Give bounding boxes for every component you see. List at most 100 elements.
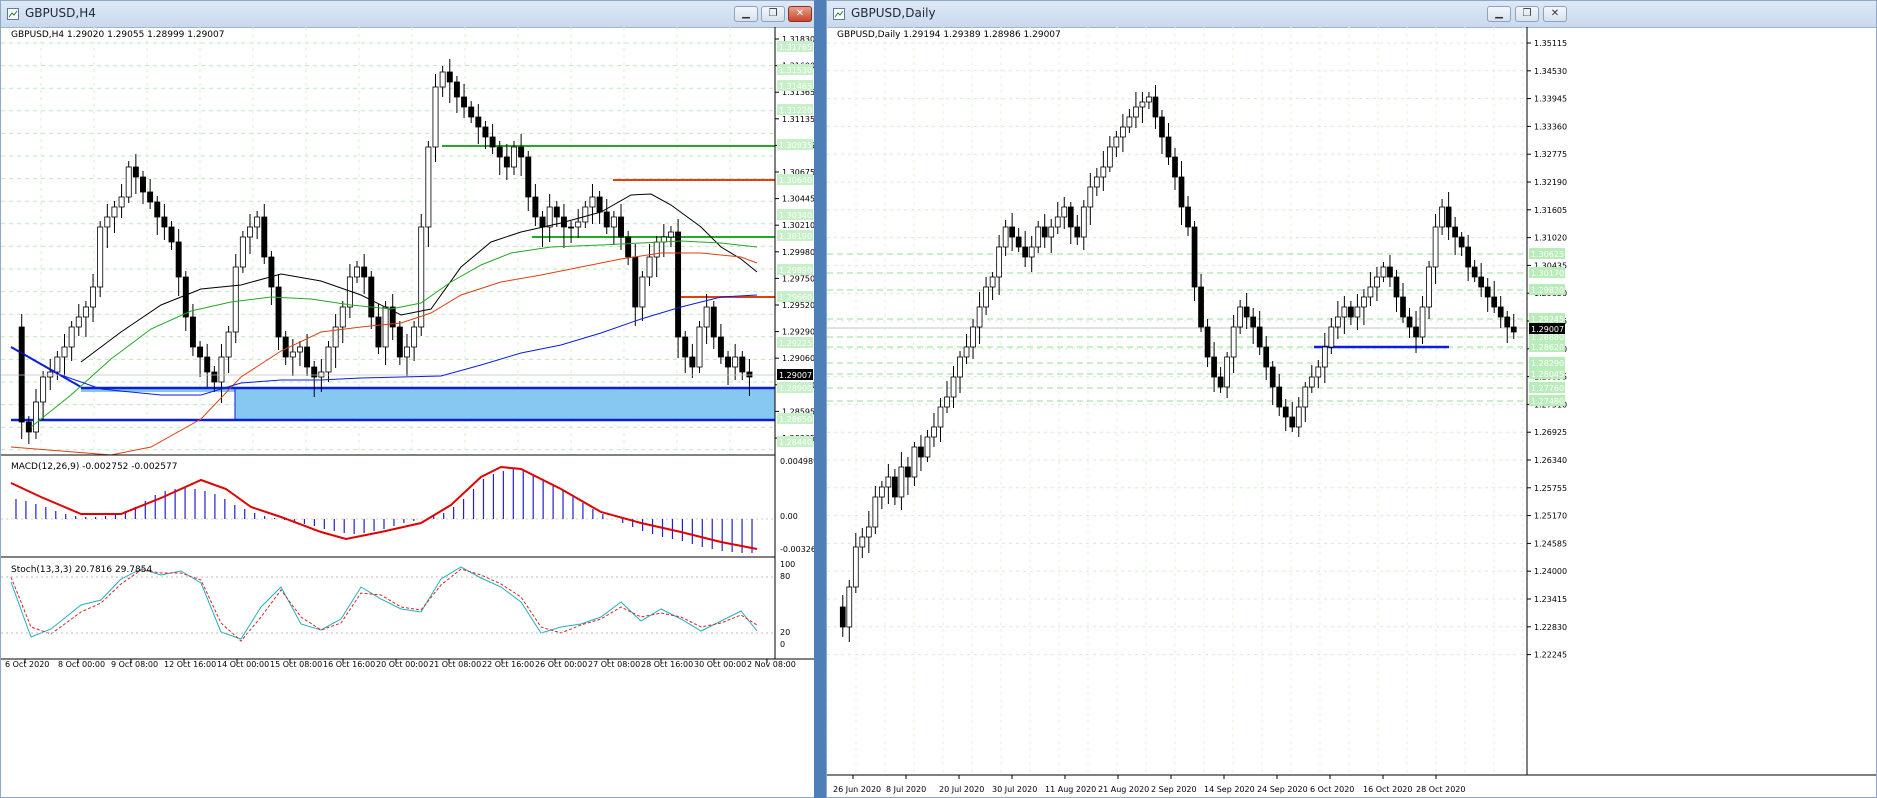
candle-bull xyxy=(1361,296,1367,308)
candle-bear xyxy=(168,226,175,243)
minimize-button[interactable]: ▁ xyxy=(734,6,758,22)
candle-bull xyxy=(68,326,75,348)
candle-bear xyxy=(361,266,368,278)
candle-bear xyxy=(1458,236,1465,248)
price-tick-label: 1.29750 xyxy=(782,274,815,283)
level-label: 1.29225 xyxy=(779,339,812,348)
candle-bear xyxy=(268,256,275,288)
price-tick-label: 1.22245 xyxy=(1534,651,1567,660)
candle-bull xyxy=(111,206,118,218)
candle-bear xyxy=(618,216,624,238)
time-tick-label: 21 Oct 08:00 xyxy=(429,660,481,669)
h4-chart-window[interactable]: GBPUSD,H4 ▁ ❐ ✕ GBPUSD,H4 1.29020 1.2905… xyxy=(0,0,816,798)
daily-window-title: GBPUSD,Daily xyxy=(851,6,936,20)
macd-tick-label: 0.00 xyxy=(780,512,798,521)
price-tick-label: 1.31135 xyxy=(782,115,815,124)
daily-price-axis[interactable]: 1.35115 1.34530 1.33945 1.33360 1.32775 1.321… xyxy=(1527,39,1567,660)
h4-time-axis[interactable]: 6 Oct 2020 8 Oct 00:00 9 Oct 08:00 12 Oct 1… xyxy=(5,659,796,669)
candle-bear xyxy=(1484,286,1491,298)
candle-bear xyxy=(1387,266,1393,278)
candle-bull xyxy=(950,376,957,398)
candle-bear xyxy=(710,306,717,338)
candle-bear xyxy=(1217,376,1224,388)
candle-bear xyxy=(532,196,539,218)
candle-bear xyxy=(132,166,139,178)
candle-bull xyxy=(33,401,39,433)
candle-bull xyxy=(339,306,346,328)
time-tick-label: 12 Oct 16:00 xyxy=(164,660,216,669)
candle-bull xyxy=(511,146,517,168)
minimize-icon: ▁ xyxy=(1495,8,1503,19)
candle-bull xyxy=(439,71,446,88)
time-tick-label: 11 Aug 2020 xyxy=(1045,785,1096,794)
candle-bear xyxy=(197,346,204,358)
restore-button[interactable]: ❐ xyxy=(1515,6,1539,22)
close-button[interactable]: ✕ xyxy=(1543,6,1567,22)
candle-bear xyxy=(375,316,382,348)
candle-bear xyxy=(739,356,746,373)
time-tick-label: 16 Oct 2020 xyxy=(1363,785,1412,794)
candle-bear xyxy=(1015,236,1022,248)
time-tick-label: 14 Sep 2020 xyxy=(1204,785,1255,794)
candle-bull xyxy=(404,346,410,358)
candle-bear xyxy=(468,106,475,118)
candle-bear xyxy=(25,421,32,433)
candle-bear xyxy=(1204,326,1211,358)
candle-bull xyxy=(1439,206,1445,228)
macd-tick-label: 0.004989 xyxy=(780,457,816,466)
candle-bear xyxy=(1009,226,1016,238)
daily-chart-window[interactable]: GBPUSD,Daily ▁ ❐ ✕ GBPUSD,Daily 1.29194 … xyxy=(826,0,1877,798)
candle-bull xyxy=(47,371,54,378)
close-button[interactable]: ✕ xyxy=(788,6,812,22)
candle-bear xyxy=(1497,306,1504,318)
time-tick-label: 9 Oct 08:00 xyxy=(111,660,158,669)
candle-bear xyxy=(182,276,189,318)
minimize-button[interactable]: ▁ xyxy=(1487,6,1511,22)
candle-bear xyxy=(717,336,724,358)
candle-bear xyxy=(1067,206,1074,228)
candle-bull xyxy=(1341,306,1348,318)
daily-time-axis[interactable]: 26 Jun 2020 8 Jul 2020 20 Jul 2020 30 Jul 2… xyxy=(833,775,1465,794)
candle-bull xyxy=(1106,146,1113,168)
candle-bear xyxy=(1269,366,1276,388)
h4-chart-area[interactable]: GBPUSD,H4 1.29020 1.29055 1.28999 1.2900… xyxy=(1,27,815,797)
candle-bear xyxy=(275,286,282,338)
h4-candlesticks xyxy=(1,59,775,444)
candle-bear xyxy=(1400,296,1406,318)
candle-bull xyxy=(61,346,68,358)
time-tick-label: 24 Sep 2020 xyxy=(1257,785,1308,794)
candle-bull xyxy=(318,371,325,378)
level-label: 1.29660 xyxy=(779,293,812,302)
stoch-main-line xyxy=(10,566,758,640)
price-tick-label: 1.31605 xyxy=(1534,206,1567,215)
candle-bull xyxy=(911,446,918,478)
candle-bull xyxy=(1367,286,1374,298)
candle-bear xyxy=(1178,176,1185,208)
candle-bull xyxy=(1133,106,1139,118)
restore-button[interactable]: ❐ xyxy=(761,6,785,22)
candle-bear xyxy=(1413,326,1419,338)
candle-bull xyxy=(1426,266,1432,308)
candle-bull xyxy=(865,526,872,538)
workspace-gap xyxy=(814,0,826,798)
candle-bull xyxy=(296,346,303,353)
candle-bull xyxy=(1048,226,1055,238)
time-tick-label: 26 Oct 00:00 xyxy=(535,660,587,669)
h4-window-titlebar[interactable]: GBPUSD,H4 ▁ ❐ ✕ xyxy=(1,1,815,28)
candle-bear xyxy=(503,156,510,168)
candle-bull xyxy=(232,266,239,333)
candle-bear xyxy=(539,216,546,228)
candle-bull xyxy=(879,486,885,498)
stoch-tick-label: 20 xyxy=(780,628,790,637)
stochastic-oscillator xyxy=(10,566,758,642)
chart-window-icon xyxy=(833,8,845,20)
candle-bull xyxy=(1035,226,1042,248)
candle-bull xyxy=(976,306,983,328)
candle-bull xyxy=(1295,406,1302,428)
daily-window-titlebar[interactable]: GBPUSD,Daily ▁ ❐ ✕ xyxy=(827,1,1876,28)
current-price-label: 1.29007 xyxy=(1531,325,1564,334)
daily-chart-area[interactable]: GBPUSD,Daily 1.29194 1.29389 1.28986 1.2… xyxy=(827,27,1876,797)
candle-bull xyxy=(1146,96,1152,103)
close-icon: ✕ xyxy=(795,8,805,19)
candle-bull xyxy=(1120,126,1126,138)
